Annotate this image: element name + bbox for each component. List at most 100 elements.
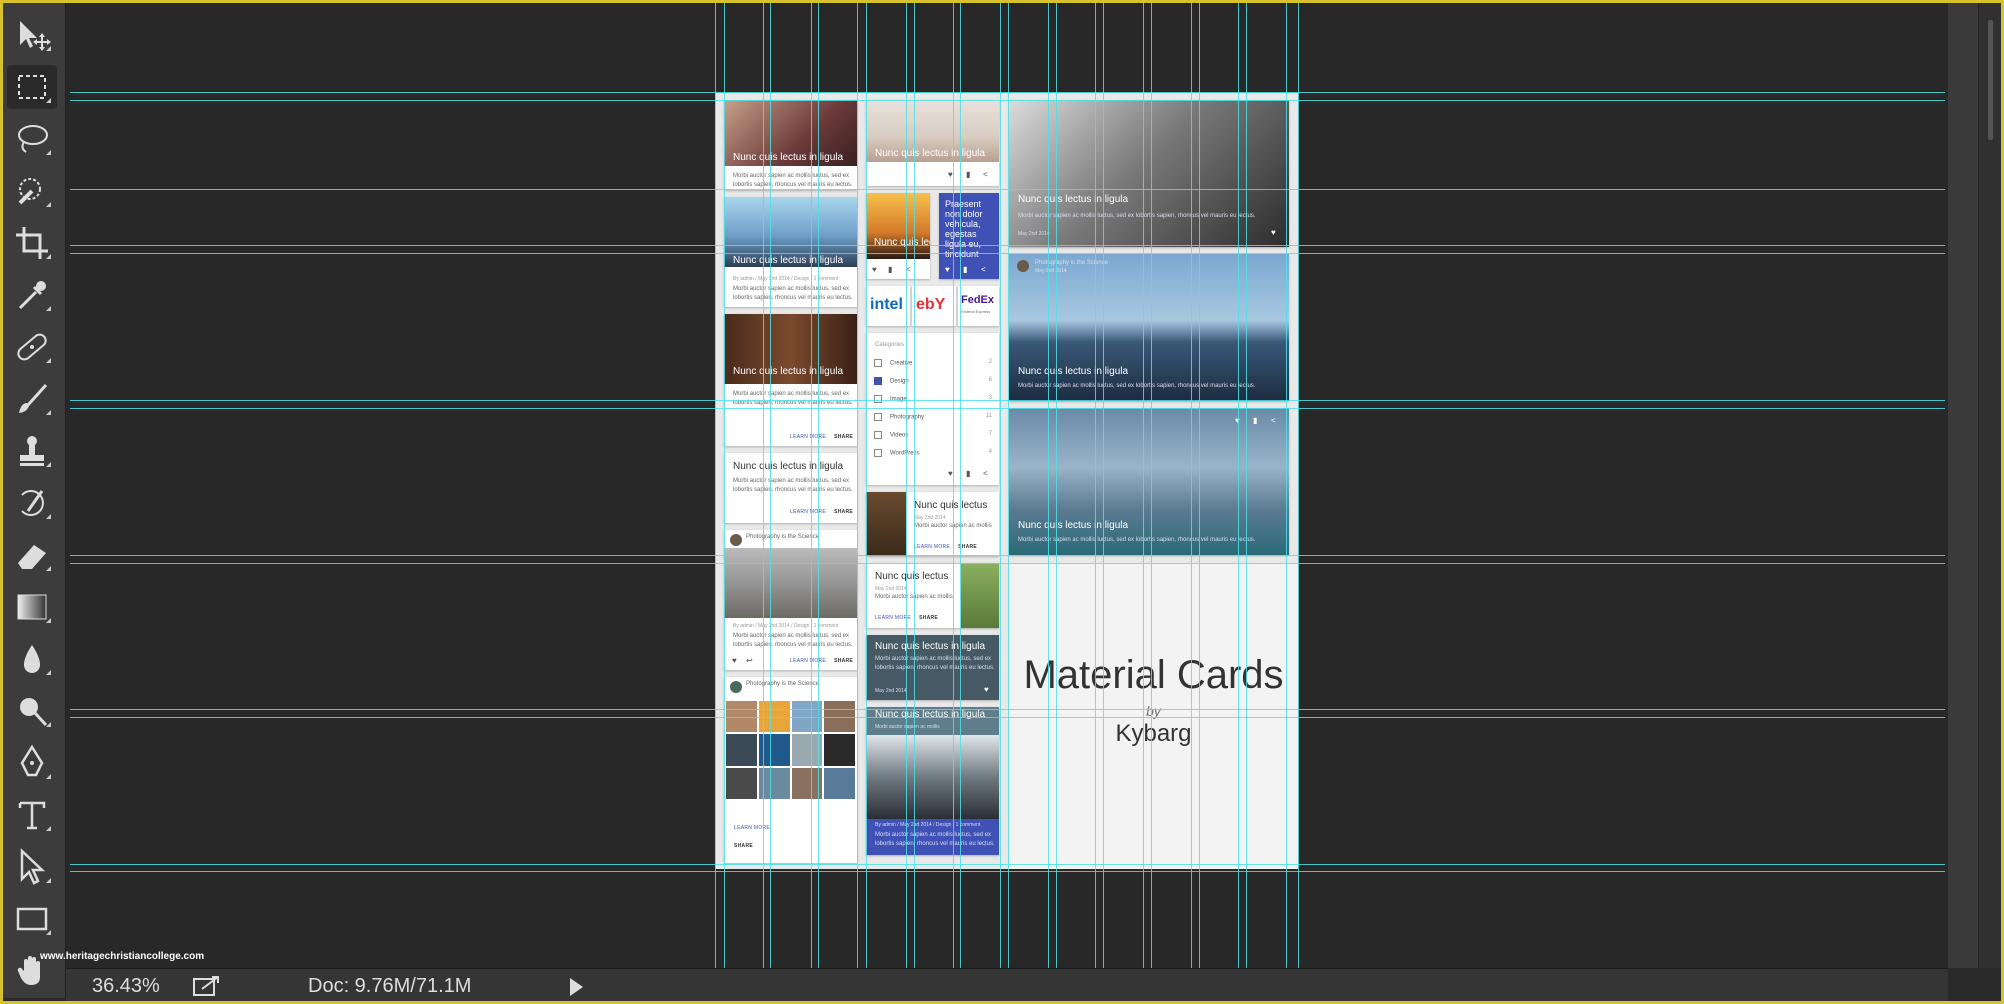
card-horse[interactable]: Nunc quis lectus May 2nd 2014 Morbi auct… [866,563,999,628]
guide-line[interactable] [70,245,1945,246]
pen-tool[interactable] [7,741,57,785]
card-sunset[interactable]: Nunc quis lectus ♥ ▮ < [866,193,930,279]
type-tool[interactable] [7,793,57,837]
guide-line[interactable] [70,92,1945,93]
vertical-scrollbar[interactable] [1978,3,2002,968]
guide-line[interactable] [70,709,1945,710]
guide-line[interactable] [906,3,907,968]
guide-line[interactable] [70,400,1945,401]
guide-line[interactable] [1095,3,1096,968]
category-item[interactable]: Photography 11 [874,413,992,421]
guide-line[interactable] [1103,3,1104,968]
guide-line[interactable] [70,563,1945,564]
share-icon[interactable]: < [983,170,988,179]
share-link[interactable]: SHARE [919,615,938,621]
checkbox[interactable] [874,359,882,367]
bookmark-icon[interactable]: ▮ [888,265,892,274]
guide-line[interactable] [1191,3,1192,968]
guide-line[interactable] [1056,3,1057,968]
share-link[interactable]: SHARE [734,843,753,849]
card-text-only[interactable]: Nunc quis lectus in ligula Morbi auctor … [724,453,857,523]
guide-line[interactable] [70,864,1945,865]
category-item[interactable]: Creative 2 [874,359,992,367]
guide-line[interactable] [724,3,725,968]
learn-more-link[interactable]: LEARN MORE [790,658,826,664]
logo-card-intel[interactable]: intel [866,286,910,326]
guide-line[interactable] [70,100,1945,101]
status-menu-arrow-icon[interactable] [570,978,583,996]
logo-card-ebay[interactable]: ebY [912,286,956,326]
dodge-tool[interactable] [7,689,57,733]
guide-line[interactable] [1048,3,1049,968]
checkbox[interactable] [874,413,882,421]
card-slate[interactable]: Nunc quis lectus in ligula Morbi auctor … [866,635,999,700]
category-item[interactable]: WordPress 4 [874,449,992,457]
card-gallery[interactable]: Photography is the Science LEARN MORE SH… [724,677,857,863]
guide-line[interactable] [811,3,812,968]
bookmark-icon[interactable]: ▮ [963,265,967,274]
guide-line[interactable] [1298,3,1299,968]
path-selection-tool[interactable] [7,845,57,889]
card-blue-quote[interactable]: Praesent non dolor vehicula, egestas lig… [939,193,999,279]
quick-selection-tool[interactable] [7,169,57,213]
share-link[interactable]: SHARE [834,658,853,664]
card-categories[interactable]: Categories Creative 2 Design6 Image3 Phot… [866,333,999,485]
category-item[interactable]: Image3 [874,395,992,403]
card-ocean-dusk[interactable]: Photography is the Science May 2nd 2014 … [1009,254,1289,401]
share-link[interactable]: SHARE [834,434,853,440]
guide-line[interactable] [1008,3,1009,968]
move-tool[interactable] [7,13,57,57]
guide-line[interactable] [763,3,764,968]
card-kids[interactable]: Nunc quis lectus in ligula Morbi auctor … [1009,100,1289,247]
card-people[interactable]: Nunc quis lectus in ligula Morbi auctor … [866,707,999,855]
share-icon[interactable]: < [981,265,986,274]
guide-line[interactable] [1151,3,1152,968]
guide-line[interactable] [857,3,858,968]
bookmark-icon[interactable]: ▮ [966,170,970,179]
bookmark-icon[interactable]: ▮ [1253,416,1257,425]
guide-line[interactable] [866,3,867,968]
guide-line[interactable] [70,408,1945,409]
card-boat[interactable]: ♥ ▮ < Nunc quis lectus in ligula Morbi a… [1009,408,1289,555]
export-button[interactable] [192,975,222,997]
reply-icon[interactable]: ↩ [746,656,753,665]
guide-line[interactable] [953,3,954,968]
guide-line[interactable] [1199,3,1200,968]
checkbox[interactable] [874,377,882,385]
history-brush-tool[interactable] [7,481,57,525]
marquee-tool[interactable] [7,65,57,109]
guide-line[interactable] [715,3,716,968]
heart-icon[interactable]: ♥ [945,265,950,274]
card-sea[interactable]: Nunc quis lectus in ligula By admin / Ma… [724,197,857,307]
heart-icon[interactable]: ♥ [872,265,877,274]
guide-line[interactable] [70,871,1945,872]
category-item[interactable]: Design 6 [874,377,992,385]
guide-line[interactable] [70,253,1945,254]
guide-line[interactable] [960,3,961,968]
card-beach-person[interactable]: Photography is the Science By admin / Ma… [724,530,857,670]
blur-tool[interactable] [7,637,57,681]
guide-line[interactable] [1000,3,1001,968]
card-door[interactable]: Nunc quis lectus in ligula Morbi auctor … [724,314,857,446]
guide-line[interactable] [1143,3,1144,968]
logo-card-fedex[interactable]: FedEx Federal Express [958,286,999,326]
eraser-tool[interactable] [7,533,57,577]
rectangle-tool[interactable] [7,897,57,941]
zoom-level[interactable]: 36.43% [92,975,160,998]
guide-line[interactable] [770,3,771,968]
eyedropper-tool[interactable] [7,273,57,317]
learn-more-link[interactable]: LEARN MORE [790,509,826,515]
checkbox[interactable] [874,431,882,439]
guide-line[interactable] [818,3,819,968]
brush-tool[interactable] [7,377,57,421]
learn-more-link[interactable]: LEARN MORE [734,825,770,831]
gradient-tool[interactable] [7,585,57,629]
guide-line[interactable] [914,3,915,968]
checkbox[interactable] [874,449,882,457]
guide-line[interactable] [1238,3,1239,968]
learn-more-link[interactable]: LEARN MORE [790,434,826,440]
guide-line[interactable] [70,555,1945,556]
share-icon[interactable]: < [983,469,988,478]
guide-line[interactable] [1286,3,1287,968]
heart-icon[interactable]: ♥ [984,685,989,694]
